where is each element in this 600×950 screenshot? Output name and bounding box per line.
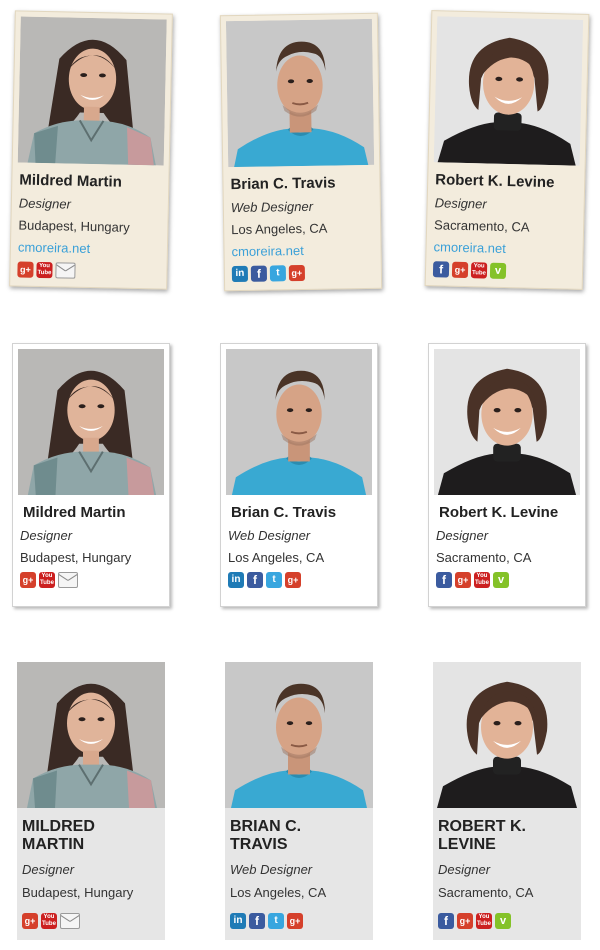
youtube-icon[interactable]: You Tube (41, 913, 57, 929)
profile-name: Brian C. Travis (230, 174, 336, 194)
profile-role: Designer (18, 195, 72, 212)
youtube-icon[interactable]: You Tube (36, 261, 53, 279)
profile-location: Los Angeles, CA (228, 550, 325, 565)
social-icons: f g+ You Tube v (432, 261, 577, 281)
profile-card-robert-polaroid: Robert K. Levine Designer Sacramento, CA… (424, 10, 590, 290)
profile-role: Designer (434, 195, 487, 212)
profile-photo (17, 16, 167, 166)
profile-website-link[interactable]: cmoreira.net (231, 242, 375, 260)
profile-name: Mildred Martin (23, 504, 126, 521)
profile-name: Brian C. Travis (230, 818, 302, 853)
profile-location: Sacramento, CA (438, 885, 534, 900)
facebook-icon[interactable]: f (436, 572, 452, 588)
profile-photo (225, 662, 373, 808)
google-plus-icon[interactable]: g+ (455, 572, 471, 588)
email-icon[interactable] (55, 262, 76, 279)
google-plus-icon[interactable]: g+ (20, 572, 36, 588)
profile-photo (226, 349, 372, 495)
email-icon[interactable] (60, 913, 80, 929)
social-icons: in f t g+ (231, 264, 376, 283)
google-plus-icon[interactable]: g+ (457, 913, 473, 929)
profile-card-mildred-flat: Mildred Martin Designer Budapest, Hungar… (17, 662, 165, 940)
profile-location: Sacramento, CA (436, 550, 532, 565)
vimeo-icon[interactable]: v (493, 572, 509, 588)
profile-card-brian-framed: Brian C. Travis Web Designer Los Angeles… (220, 343, 378, 607)
profile-role: Web Designer (230, 198, 314, 216)
email-icon[interactable] (58, 572, 78, 588)
social-icons: in f t g+ (228, 572, 372, 588)
profile-card-robert-framed: Robert K. Levine Designer Sacramento, CA… (428, 343, 586, 607)
linkedin-icon[interactable]: in (231, 265, 249, 283)
google-plus-icon[interactable]: g+ (17, 261, 34, 278)
facebook-icon[interactable]: f (250, 265, 268, 282)
profile-photo (433, 16, 584, 166)
profile-location: Los Angeles, CA (230, 885, 327, 900)
profile-location: Los Angeles, CA (231, 220, 328, 238)
youtube-icon[interactable]: You Tube (470, 262, 488, 279)
social-icons: g+ You Tube (20, 572, 164, 588)
profile-photo (17, 662, 165, 808)
profile-role: Designer (436, 528, 489, 543)
profile-location: Budapest, Hungary (22, 885, 134, 900)
profile-photo (225, 18, 375, 168)
facebook-icon[interactable]: f (432, 261, 450, 278)
social-icons: g+ You Tube (17, 261, 161, 280)
profile-website-link[interactable]: cmoreira.net (433, 239, 577, 259)
twitter-icon[interactable]: t (269, 265, 287, 282)
profile-card-robert-flat: Robert K. Levine Designer Sacramento, CA… (433, 662, 581, 940)
google-plus-icon[interactable]: g+ (22, 913, 38, 929)
social-icons: f g+ You Tube v (438, 913, 581, 929)
profile-card-mildred-framed: Mildred Martin Designer Budapest, Hungar… (12, 343, 170, 607)
google-plus-icon[interactable]: g+ (288, 264, 306, 282)
profile-photo (433, 662, 581, 808)
profile-name: Robert K. Levine (439, 504, 559, 521)
profile-name: Mildred Martin (22, 818, 95, 853)
profile-card-brian-polaroid: Brian C. Travis Web Designer Los Angeles… (219, 12, 383, 292)
profile-name: Brian C. Travis (231, 504, 337, 521)
profile-photo (18, 349, 164, 495)
google-plus-icon[interactable]: g+ (287, 913, 303, 929)
vimeo-icon[interactable]: v (495, 913, 511, 929)
profile-location: Budapest, Hungary (18, 217, 130, 235)
profile-role: Web Designer (230, 862, 313, 877)
profile-role: Web Designer (228, 528, 311, 543)
linkedin-icon[interactable]: in (230, 913, 246, 929)
twitter-icon[interactable]: t (268, 913, 284, 929)
youtube-icon[interactable]: You Tube (39, 572, 55, 588)
social-icons: g+ You Tube (22, 913, 165, 929)
facebook-icon[interactable]: f (438, 913, 454, 929)
profile-location: Sacramento, CA (433, 217, 530, 235)
social-icons: in f t g+ (230, 913, 373, 929)
twitter-icon[interactable]: t (266, 572, 282, 588)
google-plus-icon[interactable]: g+ (451, 261, 469, 279)
profile-location: Budapest, Hungary (20, 550, 132, 565)
google-plus-icon[interactable]: g+ (285, 572, 301, 588)
profile-name: Mildred Martin (19, 171, 123, 191)
profile-website-link[interactable]: cmoreira.net (18, 239, 162, 258)
profile-role: Designer (438, 862, 491, 877)
youtube-icon[interactable]: You Tube (474, 572, 490, 588)
facebook-icon[interactable]: f (249, 913, 265, 929)
profile-name: Robert K. Levine (435, 171, 555, 192)
profile-role: Designer (22, 862, 75, 877)
profile-role: Designer (20, 528, 73, 543)
social-icons: f g+ You Tube v (436, 572, 580, 588)
profile-name: Robert K. Levine (438, 818, 526, 853)
linkedin-icon[interactable]: in (228, 572, 244, 588)
facebook-icon[interactable]: f (247, 572, 263, 588)
profile-card-mildred-polaroid: Mildred Martin Designer Budapest, Hungar… (9, 10, 173, 290)
youtube-icon[interactable]: You Tube (476, 913, 492, 929)
vimeo-icon[interactable]: v (489, 262, 507, 280)
profile-photo (434, 349, 580, 495)
profile-card-brian-flat: Brian C. Travis Web Designer Los Angeles… (225, 662, 373, 940)
